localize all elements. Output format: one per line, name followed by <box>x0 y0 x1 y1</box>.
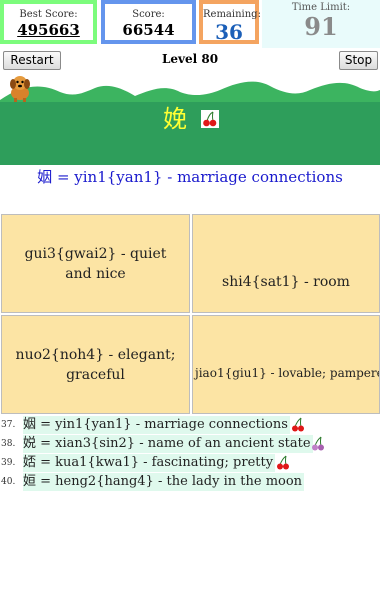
red-cherry-icon <box>292 417 304 432</box>
hills-background <box>0 81 380 165</box>
time-limit-value: 91 <box>304 12 338 41</box>
history-number: 39. <box>1 458 16 468</box>
answer-history: 37. 姻 = yin1{yan1} - marriage connection… <box>0 416 380 492</box>
game-scene <box>0 70 380 165</box>
question-prompt: 姻 = yin1{yan1} - marriage connections <box>37 168 343 186</box>
score-panel: Best Score: 495663 Score: 66544 Remainin… <box>0 0 380 48</box>
history-item: 38. 娧 = xian3{sin2} - name of an ancient… <box>0 435 380 454</box>
target-character: 娩 <box>163 105 187 133</box>
remaining-value: 36 <box>215 20 243 44</box>
history-number: 38. <box>1 439 16 449</box>
history-item: 37. 姻 = yin1{yan1} - marriage connection… <box>0 416 380 435</box>
history-item: 40. 姮 = heng2{hang4} - the lady in the m… <box>0 473 380 492</box>
history-text: 姮 = heng2{hang4} - the lady in the moon <box>23 473 305 491</box>
score-value: 66544 <box>122 21 175 39</box>
answer-option-4[interactable]: jiao1{giu1} - lovable; pampered; tender;… <box>192 315 380 414</box>
purple-cherry-icon <box>312 436 324 451</box>
history-number: 40. <box>1 477 16 487</box>
answer-option-1[interactable]: gui3{gwai2} - quiet and nice <box>1 214 190 313</box>
history-number: 37. <box>1 420 16 430</box>
restart-button[interactable]: Restart <box>3 51 61 70</box>
answer-option-2[interactable]: shi4{sat1} - room <box>192 214 380 313</box>
best-score-box: Best Score: 495663 <box>0 0 97 44</box>
score-box: Score: 66544 <box>101 0 196 44</box>
puppy-icon <box>10 76 30 102</box>
score-label: Score: <box>132 9 165 20</box>
answer-option-3[interactable]: nuo2{noh4} - elegant; graceful <box>1 315 190 414</box>
level-indicator: Level 80 <box>161 52 219 66</box>
best-score-value: 495663 <box>17 21 80 39</box>
history-text: 姻 = yin1{yan1} - marriage connections <box>23 416 290 434</box>
time-limit-box: Time Limit: 91 <box>262 0 380 48</box>
history-text: 娝 = kua1{kwa1} - fascinating; pretty <box>23 454 276 472</box>
answer-option-4-text: jiao1{giu1} - lovable; pampered; tender;… <box>195 366 379 380</box>
cherry-icon <box>201 110 219 128</box>
best-score-label: Best Score: <box>19 9 78 20</box>
remaining-box: Remaining: 36 <box>199 0 261 44</box>
history-item: 39. 娝 = kua1{kwa1} - fascinating; pretty <box>0 454 380 473</box>
stop-button[interactable]: Stop <box>339 51 378 70</box>
answer-grid: gui3{gwai2} - quiet and nice shi4{sat1} … <box>0 213 380 415</box>
red-cherry-icon <box>277 455 289 470</box>
history-text: 娧 = xian3{sin2} - name of an ancient sta… <box>23 435 313 453</box>
